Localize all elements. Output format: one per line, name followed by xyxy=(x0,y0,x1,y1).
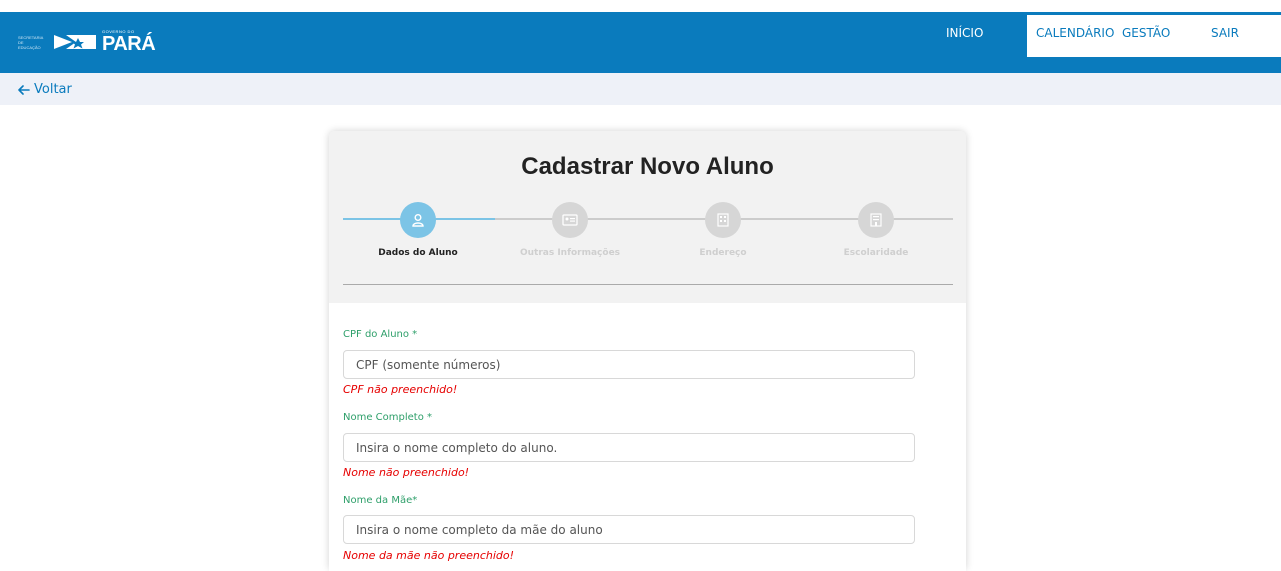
id-card-icon xyxy=(562,214,578,226)
nome-mae-label: Nome da Mãe* xyxy=(343,495,418,506)
governo-text: GOVERNO DO PARÁ xyxy=(102,29,156,55)
nav-calendario[interactable]: CALENDÁRIO xyxy=(1036,26,1114,40)
step-label-escolaridade: Escolaridade xyxy=(843,248,909,258)
step-label-endereco: Endereço xyxy=(699,248,747,258)
top-strip xyxy=(0,0,1281,12)
nome-mae-input[interactable] xyxy=(343,515,915,544)
state-logo[interactable]: SECRETARIA DE EDUCAÇÃO GOVERNO DO PARÁ xyxy=(18,29,156,55)
nav-inicio[interactable]: INÍCIO xyxy=(946,26,983,40)
header-divider xyxy=(343,284,953,285)
school-icon xyxy=(870,213,882,227)
step-label-outras: Outras Informações xyxy=(519,248,621,258)
card-header: Cadastrar Novo Aluno Dados do Aluno Outr… xyxy=(329,131,966,303)
arrow-left-icon xyxy=(18,84,30,95)
step-escolaridade[interactable] xyxy=(858,202,894,238)
step-outras-informacoes[interactable] xyxy=(552,202,588,238)
flag-star-icon xyxy=(54,35,96,49)
page-title: Cadastrar Novo Aluno xyxy=(521,153,774,180)
sub-toolbar xyxy=(0,73,1281,105)
cpf-input[interactable] xyxy=(343,350,915,379)
cpf-label: CPF do Aluno * xyxy=(343,329,418,340)
step-endereco[interactable] xyxy=(705,202,741,238)
back-button[interactable]: Voltar xyxy=(18,82,72,97)
nav-sair[interactable]: SAIR xyxy=(1211,26,1239,40)
nome-completo-label: Nome Completo * xyxy=(343,412,433,423)
secretaria-text: SECRETARIA DE EDUCAÇÃO xyxy=(18,34,44,50)
cpf-error: CPF não preenchido! xyxy=(343,383,458,396)
back-label: Voltar xyxy=(34,82,72,97)
building-icon xyxy=(717,213,729,227)
nav-gestao[interactable]: GESTÃO xyxy=(1122,26,1170,40)
nome-completo-error: Nome não preenchido! xyxy=(343,466,470,479)
nome-completo-input[interactable] xyxy=(343,433,915,462)
form-body: CPF do Aluno * CPF não preenchido! Nome … xyxy=(329,303,966,571)
student-form-card: Cadastrar Novo Aluno Dados do Aluno Outr… xyxy=(329,131,966,571)
step-dados-do-aluno[interactable] xyxy=(400,202,436,238)
user-icon xyxy=(412,214,424,227)
step-label-dados: Dados do Aluno xyxy=(378,248,458,258)
nome-mae-error: Nome da mãe não preenchido! xyxy=(343,549,515,562)
